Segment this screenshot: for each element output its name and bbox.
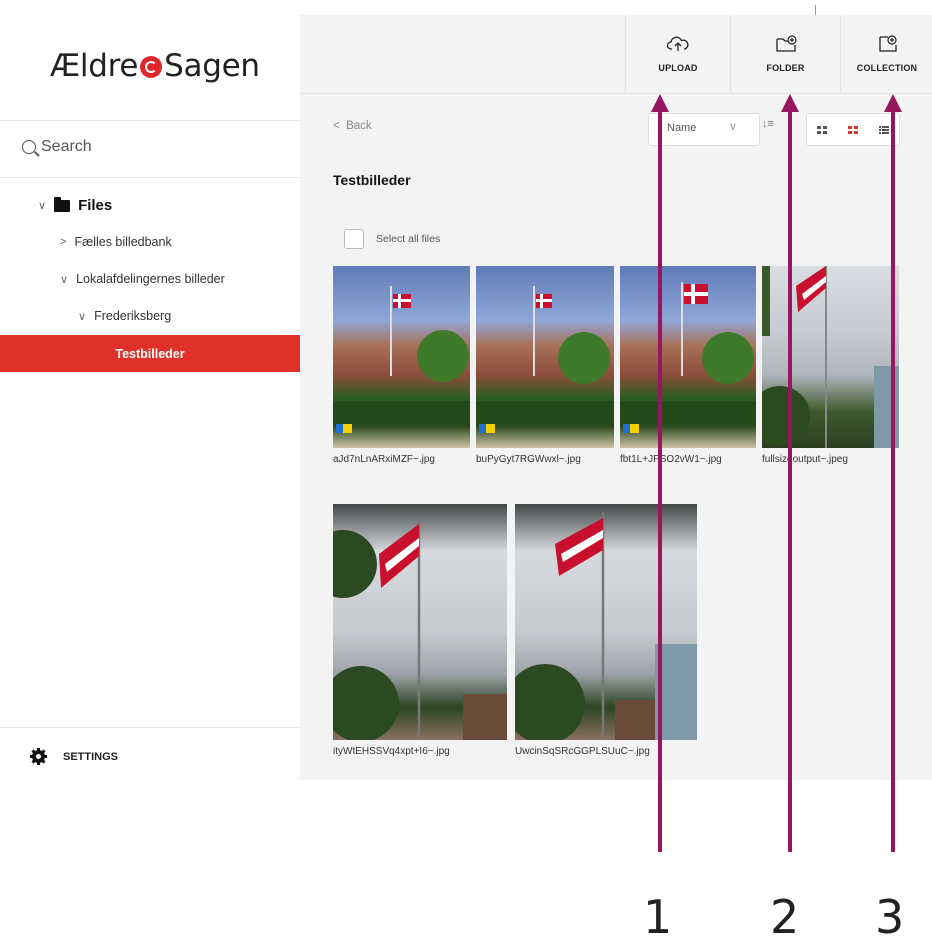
tree-item-faelles-billedbank[interactable]: > Fælles billedbank [60, 235, 172, 249]
divider [0, 727, 300, 728]
file-name: fullsizeoutput~.jpeg [762, 454, 848, 465]
file-thumbnail[interactable] [762, 266, 899, 448]
grid-view-icon[interactable] [817, 125, 828, 134]
arrow-head-icon [651, 94, 669, 112]
folder-add-icon [775, 35, 797, 52]
gallery-view-icon[interactable] [847, 125, 858, 134]
cloud-upload-icon [667, 36, 689, 51]
photo-image [333, 286, 470, 433]
chevron-down-icon[interactable]: ∨ [78, 310, 86, 323]
photo-image [333, 516, 507, 740]
chevron-down-icon: ∨ [729, 121, 738, 133]
annotation-label-3: 3 [875, 890, 905, 944]
photo-image [620, 282, 756, 433]
tree-item-label: Frederiksberg [94, 309, 172, 323]
select-all-checkbox[interactable] [344, 229, 364, 249]
photo-image [515, 512, 697, 740]
tree-item-label: Lokalafdelingernes billeder [76, 272, 225, 286]
tree-item-files[interactable]: ∨ Files [38, 196, 113, 214]
file-thumbnail[interactable] [620, 266, 756, 448]
back-label: Back [346, 120, 372, 132]
file-thumbnail[interactable] [515, 504, 697, 740]
photo-image [762, 266, 899, 448]
sidebar: Ældre Sagen Search ∨ Files > Fælles bille… [0, 0, 300, 780]
file-name: aJd7nLnARxiMZF~.jpg [333, 454, 435, 465]
divider [0, 120, 300, 121]
tree-root-label: Files [78, 197, 113, 214]
chevron-down-icon[interactable]: ∨ [38, 199, 46, 212]
sort-value: Name [667, 122, 697, 134]
brand-logo[interactable]: Ældre Sagen [50, 48, 260, 84]
file-thumbnail[interactable] [333, 266, 470, 448]
photo-image [476, 286, 614, 433]
tree-item-testbilleder[interactable]: Testbilleder [0, 335, 300, 372]
view-toggle [806, 113, 900, 146]
tree-item-label: Testbilleder [115, 346, 185, 361]
tree-item-frederiksberg[interactable]: ∨ Frederiksberg [78, 309, 171, 323]
file-name: fbt1L+JPSO2vW1~.jpg [620, 454, 722, 465]
collection-label: COLLECTION [856, 63, 918, 73]
sort-select[interactable]: Name ∨ [648, 113, 760, 146]
folder-icon [54, 196, 71, 212]
chevron-down-icon[interactable]: ∨ [60, 273, 68, 286]
file-name: buPyGyt7RGWwxl~.jpg [476, 454, 581, 465]
divider [0, 177, 300, 178]
chevron-left-icon: < [333, 120, 347, 132]
collection-add-icon [879, 35, 897, 52]
annotation-arrow-3 [891, 110, 895, 852]
new-folder-button[interactable]: FOLDER [730, 15, 840, 93]
settings-button[interactable]: SETTINGS [30, 748, 118, 765]
annotation-label-1: 1 [643, 890, 673, 944]
file-name: UwcinSqSRcGGPLSUuC~.jpg [515, 746, 650, 757]
list-view-icon[interactable] [878, 125, 889, 134]
upload-button[interactable]: UPLOAD [625, 15, 730, 93]
logo-text-1: Ældre [50, 48, 139, 84]
toolbar: UPLOAD FOLDER COLLECTION [300, 15, 932, 94]
annotation-arrow-1 [658, 110, 662, 852]
sort-direction-icon[interactable]: ↓≡ [762, 118, 774, 130]
annotation-label-2: 2 [770, 890, 800, 944]
folder-label: FOLDER [766, 63, 805, 73]
page-title: Testbilleder [333, 172, 411, 188]
tree-item-label: Fælles billedbank [74, 235, 172, 249]
select-all-files[interactable]: Select all files [344, 229, 440, 249]
tree-item-lokalafdelingernes-billeder[interactable]: ∨ Lokalafdelingernes billeder [60, 272, 225, 286]
search-placeholder: Search [41, 138, 92, 155]
new-collection-button[interactable]: COLLECTION [840, 15, 932, 93]
file-thumbnail[interactable] [333, 504, 507, 740]
gear-icon [30, 748, 47, 765]
logo-text-2: Sagen [164, 48, 260, 84]
file-name: ityWtEHSSVq4xpt+I6~.jpg [333, 746, 450, 757]
select-all-label: Select all files [376, 233, 441, 245]
file-browser: < Back Name ∨ ↓≡ Testbilleder Select all… [300, 94, 932, 780]
chevron-right-icon[interactable]: > [60, 236, 66, 248]
search-icon [22, 140, 36, 154]
logo-mark-icon [140, 56, 163, 78]
arrow-head-icon [884, 94, 902, 112]
settings-label: SETTINGS [63, 750, 119, 763]
annotation-arrow-2 [788, 110, 792, 852]
back-link[interactable]: < Back [333, 120, 372, 132]
search-input[interactable]: Search [22, 138, 92, 156]
upload-label: UPLOAD [658, 63, 698, 73]
file-thumbnail[interactable] [476, 266, 614, 448]
arrow-head-icon [781, 94, 799, 112]
